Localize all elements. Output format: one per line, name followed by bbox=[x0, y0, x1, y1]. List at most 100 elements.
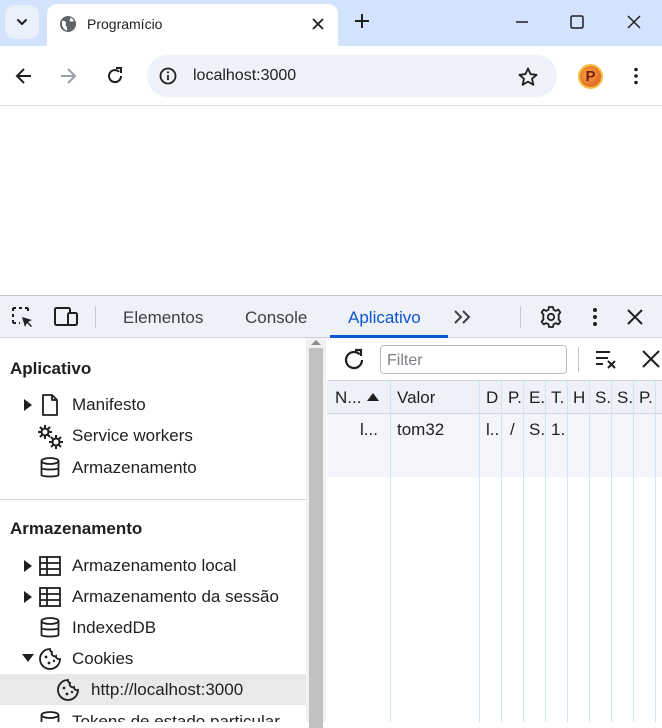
sidebar-item-label: Armazenamento bbox=[72, 458, 197, 477]
clear-all-cookies-icon[interactable] bbox=[640, 349, 662, 369]
sidebar-item-session-storage[interactable]: Armazenamento da sessão bbox=[0, 581, 306, 612]
section-title-application: Aplicativo bbox=[10, 359, 92, 378]
cookie-icon bbox=[57, 679, 79, 701]
toolbar-separator bbox=[95, 306, 96, 328]
refresh-icon[interactable] bbox=[341, 347, 367, 373]
sidebar-item-label: IndexedDB bbox=[72, 618, 157, 637]
site-info-icon[interactable] bbox=[158, 66, 178, 86]
cell-name: l... bbox=[360, 420, 378, 439]
cookies-toolbar: Filter bbox=[327, 338, 662, 381]
sidebar-item-local-storage[interactable]: Armazenamento local bbox=[0, 550, 306, 581]
sidebar-item-indexeddb[interactable]: IndexedDB bbox=[0, 612, 306, 643]
browser-tab[interactable]: Programício bbox=[47, 4, 338, 46]
filter-input[interactable]: Filter bbox=[380, 345, 567, 374]
new-tab-icon[interactable] bbox=[351, 10, 373, 32]
sidebar-item-label: Armazenamento da sessão bbox=[72, 587, 279, 606]
chevron-down-icon bbox=[17, 19, 27, 25]
window-close-icon[interactable] bbox=[624, 12, 644, 32]
gears-icon bbox=[38, 425, 63, 449]
column-divider bbox=[611, 381, 612, 722]
column-divider bbox=[655, 381, 656, 722]
column-header-expires[interactable]: E. bbox=[529, 388, 545, 408]
column-header-partition[interactable]: P. bbox=[639, 388, 653, 408]
column-header-path[interactable]: P. bbox=[508, 388, 522, 408]
tab-search-button[interactable] bbox=[5, 5, 39, 39]
column-header-secure[interactable]: S. bbox=[595, 388, 611, 408]
sidebar-item-private-state-tokens[interactable]: Tokens de estado particular bbox=[0, 706, 306, 722]
devtools-close-icon[interactable] bbox=[625, 307, 645, 327]
more-tabs-icon[interactable] bbox=[452, 307, 474, 327]
sidebar-item-storage[interactable]: Armazenamento bbox=[0, 452, 306, 483]
table-icon bbox=[39, 587, 61, 607]
sidebar-item-label: Service workers bbox=[72, 426, 193, 445]
file-icon bbox=[42, 394, 58, 416]
cookies-panel: Filter N... Valor D P. E. T. H S. S. P. … bbox=[327, 338, 662, 722]
database-icon bbox=[40, 457, 60, 478]
forward-arrow-icon[interactable] bbox=[58, 66, 78, 86]
devtools-menu-icon[interactable] bbox=[585, 306, 605, 328]
cell-domain: l.. bbox=[486, 420, 500, 439]
sidebar-item-label: http://localhost:3000 bbox=[91, 680, 244, 699]
sort-ascending-icon bbox=[367, 393, 379, 401]
device-toolbar-icon[interactable] bbox=[53, 306, 79, 328]
sidebar-item-manifest[interactable]: Manifesto bbox=[0, 389, 306, 420]
database-icon bbox=[40, 711, 60, 722]
bookmark-star-icon[interactable] bbox=[517, 66, 539, 88]
column-header-httponly[interactable]: H bbox=[573, 388, 585, 408]
sidebar-item-cookie-origin[interactable]: http://localhost:3000 bbox=[0, 674, 306, 705]
section-divider bbox=[0, 499, 306, 500]
database-icon bbox=[40, 617, 60, 638]
sidebar-scrollbar[interactable] bbox=[306, 338, 326, 728]
clear-filtered-cookies-icon[interactable] bbox=[594, 349, 618, 369]
url-text[interactable]: localhost:3000 bbox=[193, 67, 296, 85]
expand-arrow-icon[interactable] bbox=[22, 590, 34, 604]
tab-application[interactable]: Aplicativo bbox=[348, 308, 421, 328]
cell-size: 1. bbox=[551, 420, 566, 439]
sidebar-item-service-workers[interactable]: Service workers bbox=[0, 420, 306, 451]
browser-menu-icon[interactable] bbox=[626, 66, 646, 86]
back-arrow-icon[interactable] bbox=[14, 66, 34, 86]
cookie-icon bbox=[39, 648, 61, 670]
expand-arrow-icon[interactable] bbox=[22, 398, 34, 412]
tab-strip: Programício bbox=[0, 0, 662, 46]
column-divider bbox=[633, 381, 634, 722]
maximize-icon[interactable] bbox=[567, 12, 587, 32]
column-header-value[interactable]: Valor bbox=[397, 388, 435, 408]
tab-elements[interactable]: Elementos bbox=[123, 308, 203, 328]
collapse-arrow-icon[interactable] bbox=[21, 652, 35, 664]
minimize-icon[interactable] bbox=[512, 12, 532, 32]
toolbar-separator bbox=[520, 306, 521, 328]
address-bar[interactable]: localhost:3000 bbox=[147, 55, 557, 97]
inspect-element-icon[interactable] bbox=[11, 306, 35, 330]
column-divider bbox=[501, 381, 502, 722]
settings-gear-icon[interactable] bbox=[539, 305, 563, 329]
column-divider bbox=[390, 381, 391, 722]
cell-expires: S. bbox=[529, 420, 546, 439]
column-header-name[interactable]: N... bbox=[335, 388, 365, 408]
tab-close-icon[interactable] bbox=[309, 15, 327, 33]
expand-arrow-icon[interactable] bbox=[22, 559, 34, 573]
column-divider bbox=[479, 381, 480, 722]
cookies-table: N... Valor D P. E. T. H S. S. P. l... to… bbox=[327, 381, 662, 722]
cell-path: / bbox=[510, 420, 515, 439]
cell-value: tom32 bbox=[397, 420, 445, 439]
column-divider bbox=[523, 381, 524, 722]
sidebar-item-cookies[interactable]: Cookies bbox=[0, 643, 306, 674]
globe-icon bbox=[59, 15, 77, 33]
sidebar-item-label: Cookies bbox=[72, 649, 134, 668]
profile-avatar[interactable]: P bbox=[578, 64, 603, 89]
scroll-up-arrow-icon[interactable] bbox=[311, 340, 321, 345]
sidebar-item-label: Armazenamento local bbox=[72, 556, 237, 575]
application-sidebar: Aplicativo Manifesto Service workers Arm… bbox=[0, 338, 306, 722]
devtools-panel: Elementos Console Aplicativo Aplicativo bbox=[0, 295, 662, 728]
tab-title: Programício bbox=[87, 16, 163, 32]
tab-console[interactable]: Console bbox=[245, 308, 307, 328]
column-header-domain[interactable]: D bbox=[486, 388, 498, 408]
column-header-samesite[interactable]: S. bbox=[617, 388, 633, 408]
profile-letter: P bbox=[585, 68, 596, 85]
column-divider bbox=[567, 381, 568, 722]
column-header-size[interactable]: T. bbox=[551, 388, 564, 408]
reload-icon[interactable] bbox=[104, 65, 126, 87]
scrollbar-thumb[interactable] bbox=[309, 348, 323, 728]
section-title-storage: Armazenamento bbox=[10, 519, 143, 538]
